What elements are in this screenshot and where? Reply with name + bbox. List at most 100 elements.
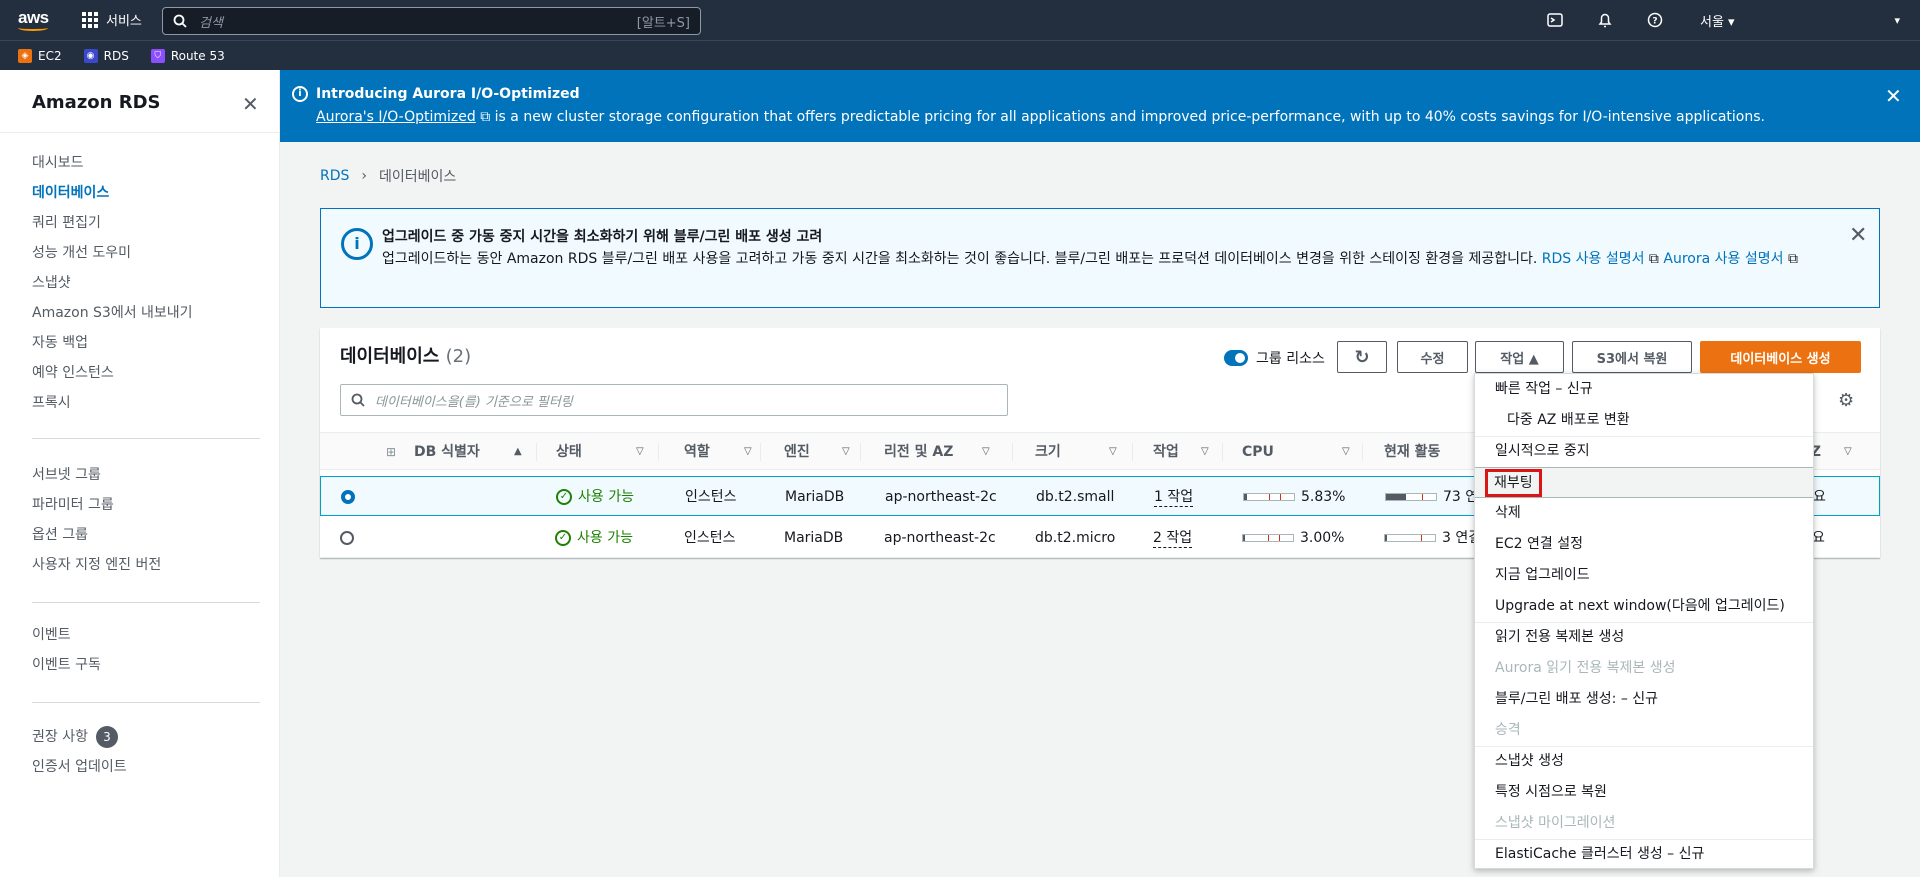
cpu-bar [1243,493,1295,501]
breadcrumb-rds[interactable]: RDS [320,168,349,184]
account-menu[interactable]: ▾ [1800,14,1920,27]
expand-all-icon[interactable]: ⊞ [386,433,396,471]
cloudshell-icon[interactable] [1530,0,1580,40]
column-engine[interactable]: 엔진 ▽ [784,433,854,471]
column-cpu[interactable]: CPU ▽ [1242,433,1352,471]
column-label: 엔진 [784,444,810,460]
rds-guide-link[interactable]: RDS 사용 설명서 [1542,251,1645,267]
column-size[interactable]: 크기 ▽ [1035,433,1125,471]
aurora-announcement-banner: i Introducing Aurora I/O-Optimized Auror… [280,70,1920,142]
menu-item-2[interactable]: 일시적으로 중지 [1475,436,1813,467]
column-label: 현재 활동 [1384,444,1441,460]
actions-count-link[interactable]: 2 작업 [1153,529,1193,548]
menu-item-15[interactable]: ElastiCache 클러스터 생성 – 신규 [1475,839,1813,870]
sidebar-item-parameter-groups[interactable]: 파라미터 그룹 [32,490,262,520]
menu-item-13[interactable]: 특정 시점으로 복원 [1475,777,1813,808]
restore-from-s3-button[interactable]: S3에서 복원 [1572,341,1692,373]
close-icon[interactable]: ✕ [1849,223,1867,248]
sidebar-divider [32,602,260,603]
column-current-activity[interactable]: 현재 활동 [1384,433,1484,471]
cpu-value: 5.83% [1301,489,1346,505]
sidebar-item-recommendations[interactable]: 권장 사항 3 [32,722,262,752]
column-role[interactable]: 역할 ▽ [684,433,754,471]
menu-item-12[interactable]: 스냅샷 생성 [1475,746,1813,777]
aurora-guide-link[interactable]: Aurora 사용 설명서 [1663,251,1783,267]
search-input[interactable]: 검색 [알트+S] [162,7,701,35]
menu-item-4[interactable]: 삭제 [1475,498,1813,529]
sort-ascending-icon: ▲ [514,446,522,457]
services-menu-button[interactable]: 서비스 [82,10,142,29]
sidebar-group-main: 대시보드 데이터베이스 쿼리 편집기 성능 개선 도우미 스냅샷 Amazon … [32,148,262,418]
modify-button[interactable]: 수정 [1397,341,1468,373]
favorite-rds[interactable]: ◉ RDS [83,48,129,63]
menu-item-5[interactable]: EC2 연결 설정 [1475,529,1813,560]
favorite-route53[interactable]: ⛉ Route 53 [150,48,225,63]
menu-item-8[interactable]: 읽기 전용 복제본 생성 [1475,622,1813,653]
group-resources-toggle[interactable] [1224,350,1248,366]
sidebar-item-performance-insights[interactable]: 성능 개선 도우미 [32,238,262,268]
aws-logo[interactable]: aws [18,8,49,31]
refresh-button[interactable]: ↻ [1337,341,1387,373]
aurora-io-optimized-link[interactable]: Aurora's I/O-Optimized [316,109,476,125]
column-label: CPU [1242,444,1274,460]
info-icon: i [341,228,373,260]
column-region-az[interactable]: 리전 및 AZ ▽ [884,433,994,471]
instance-size: db.t2.micro [1035,530,1116,546]
sort-icon: ▽ [1201,446,1209,457]
route53-icon: ⛉ [150,48,165,63]
create-database-button[interactable]: 데이터베이스 생성 [1700,341,1861,373]
actions-button[interactable]: 작업 ▲ [1475,341,1564,373]
sidebar-item-certificate-update[interactable]: 인증서 업데이트 [32,752,262,782]
external-link-icon: ⧉ [1783,251,1798,267]
actions-count[interactable]: 2 작업 [1153,518,1193,558]
sidebar-item-custom-engine-versions[interactable]: 사용자 지정 엔진 버전 [32,550,262,580]
menu-item-0[interactable]: 빠른 작업 – 신규 [1475,374,1813,405]
sidebar-item-reserved-instances[interactable]: 예약 인스턴스 [32,358,262,388]
region-selector[interactable]: 서울 ▾ [1700,11,1800,30]
menu-item-10[interactable]: 블루/그린 배포 생성: – 신규 [1475,684,1813,715]
sidebar-item-automated-backups[interactable]: 자동 백업 [32,328,262,358]
sidebar-item-event-subscriptions[interactable]: 이벤트 구독 [32,650,262,680]
menu-item-7[interactable]: Upgrade at next window(다음에 업그레이드) [1475,591,1813,622]
sidebar-item-snapshots[interactable]: 스냅샷 [32,268,262,298]
menu-item-6[interactable]: 지금 업그레이드 [1475,560,1813,591]
menu-item-1[interactable]: 다중 AZ 배포로 변환 [1475,405,1813,436]
menu-item-3[interactable]: 재부팅 [1475,467,1813,498]
sidebar-item-dashboard[interactable]: 대시보드 [32,148,262,178]
sidebar-item-databases[interactable]: 데이터베이스 [32,178,262,208]
sort-icon: ▽ [744,446,752,457]
sidebar-item-option-groups[interactable]: 옵션 그룹 [32,520,262,550]
alert-title: 업그레이드 중 가동 중지 시간을 최소화하기 위해 블루/그린 배포 생성 고… [382,229,823,245]
column-actions[interactable]: 작업 ▽ [1153,433,1213,471]
column-status[interactable]: 상태 ▽ [556,433,646,471]
row-select-radio[interactable] [340,531,354,545]
database-filter-input[interactable]: 데이터베이스을(를) 기준으로 필터링 [340,384,1008,416]
favorite-ec2[interactable]: ◈ EC2 [18,48,62,63]
sidebar-item-query-editor[interactable]: 쿼리 편집기 [32,208,262,238]
actions-count[interactable]: 1 작업 [1154,477,1194,517]
search-placeholder: 검색 [199,15,223,31]
banner-description: Aurora's I/O-Optimized ⧉ is a new cluste… [316,109,1765,125]
notification-bell-icon[interactable] [1580,0,1630,40]
ec2-icon: ◈ [18,48,32,63]
cpu-usage: 3.00% [1242,518,1344,558]
sidebar-item-label: 권장 사항 [32,729,88,745]
help-icon[interactable]: ? [1630,0,1680,40]
gear-icon[interactable]: ⚙ [1838,390,1854,411]
sidebar-item-subnet-groups[interactable]: 서브넷 그룹 [32,460,262,490]
close-icon[interactable]: ✕ [1885,84,1902,108]
row-select-radio[interactable] [341,490,355,504]
sidebar-item-events[interactable]: 이벤트 [32,620,262,650]
column-db-identifier[interactable]: DB 식별자 ▲ [414,433,534,471]
banner-text: is a new cluster storage configuration t… [490,109,1765,125]
close-icon[interactable]: ✕ [242,92,259,116]
actions-count-link[interactable]: 1 작업 [1154,488,1194,507]
sidebar-item-s3-export[interactable]: Amazon S3에서 내보내기 [32,298,262,328]
column-label: 리전 및 AZ [884,444,954,460]
sidebar-item-proxies[interactable]: 프록시 [32,388,262,418]
favorites-bar: ◈ EC2 ◉ RDS ⛉ Route 53 [0,40,1920,70]
status-available: ✓ 사용 가능 [555,518,633,558]
grid-icon [82,11,98,28]
alert-text: 업그레이드하는 동안 Amazon RDS 블루/그린 배포 사용을 고려하고 … [382,251,1542,267]
check-circle-icon: ✓ [555,530,571,546]
